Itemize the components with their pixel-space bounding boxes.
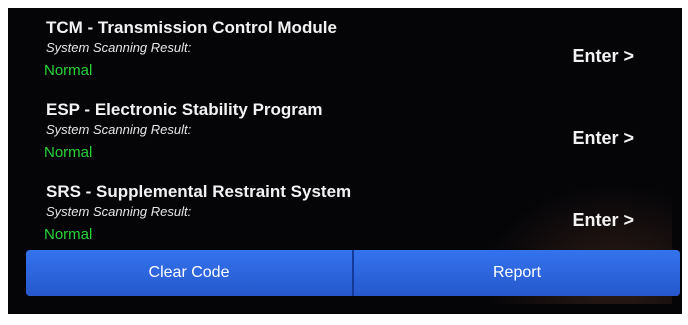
scan-result-label: System Scanning Result: [46, 122, 192, 137]
status-normal: Normal [44, 62, 93, 79]
clear-code-button[interactable]: Clear Code [26, 250, 352, 296]
action-button-bar: Clear Code Report [26, 250, 680, 296]
status-normal: Normal [44, 226, 93, 243]
module-title: SRS - Supplemental Restraint System [46, 182, 352, 201]
enter-button[interactable]: Enter > [572, 46, 634, 67]
module-row-srs: SRS - Supplemental Restraint System Syst… [8, 182, 682, 260]
module-title: TCM - Transmission Control Module [46, 18, 337, 37]
enter-button[interactable]: Enter > [572, 128, 634, 149]
enter-button[interactable]: Enter > [572, 210, 634, 231]
module-title: ESP - Electronic Stability Program [46, 100, 323, 119]
status-normal: Normal [44, 144, 93, 161]
scan-result-screen: TCM - Transmission Control Module System… [8, 8, 682, 314]
scan-result-label: System Scanning Result: [46, 40, 192, 55]
module-row-esp: ESP - Electronic Stability Program Syste… [8, 100, 682, 178]
module-row-tcm: TCM - Transmission Control Module System… [8, 18, 682, 96]
report-button[interactable]: Report [354, 250, 680, 296]
scan-result-label: System Scanning Result: [46, 204, 192, 219]
